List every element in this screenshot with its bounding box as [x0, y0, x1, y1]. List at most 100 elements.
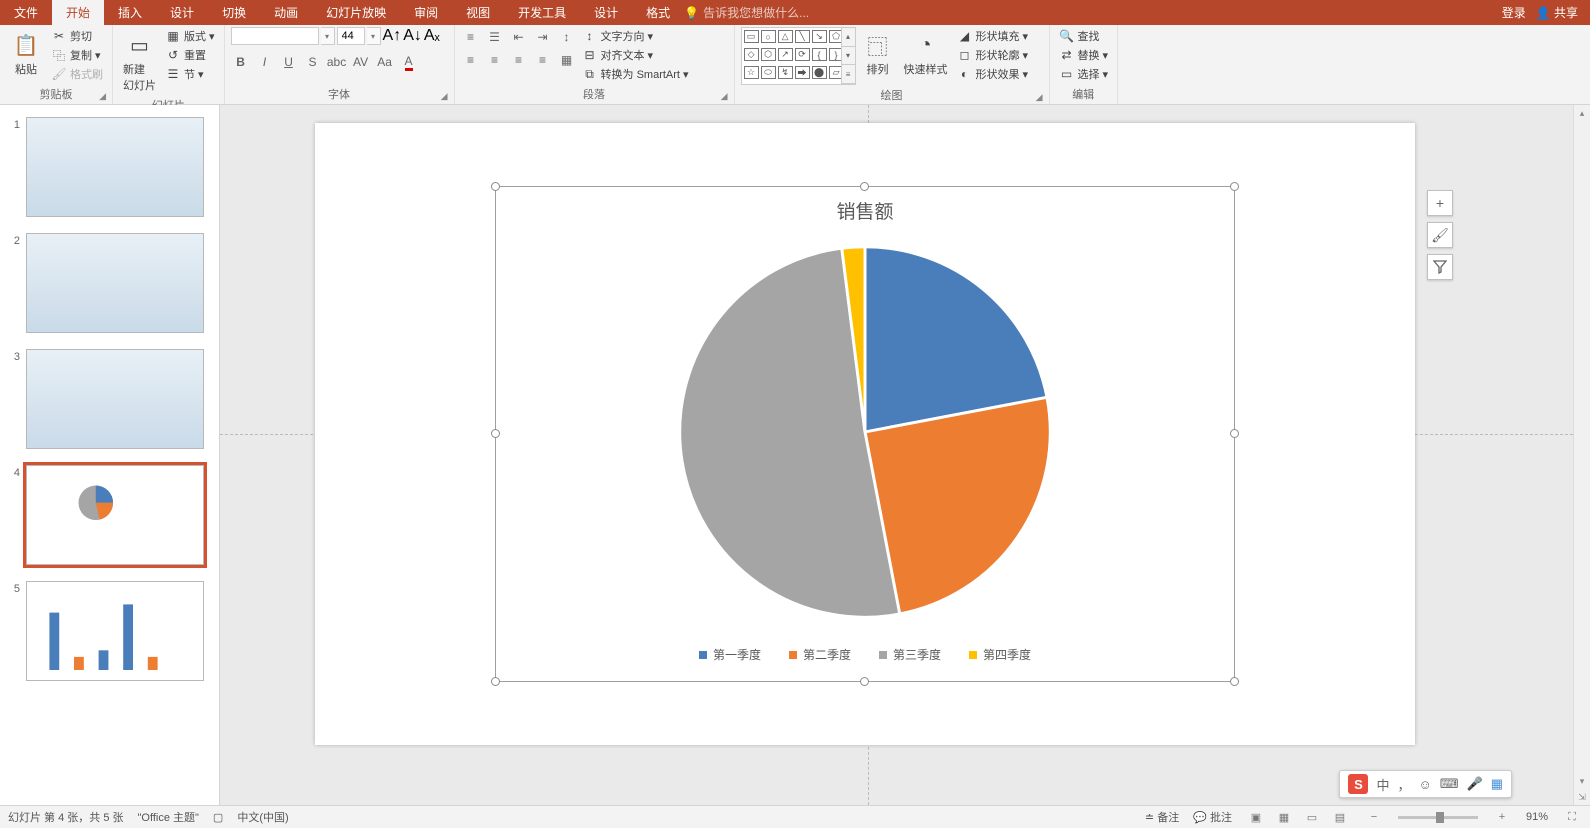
tab-transitions[interactable]: 切换	[208, 0, 260, 25]
language-indicator[interactable]: 中文(中国)	[237, 809, 288, 825]
resize-handle-br[interactable]	[1230, 677, 1239, 686]
resize-handle-tr[interactable]	[1230, 182, 1239, 191]
slide-canvas[interactable]: 销售额 第一季度 第二季度 第三季度 第四季度	[315, 123, 1415, 745]
align-center-button[interactable]: ≡	[485, 50, 505, 70]
share-button[interactable]: 👤 共享	[1536, 4, 1578, 21]
convert-smartart-button[interactable]: ⧉转换为 SmartArt ▾	[579, 65, 692, 83]
comments-button[interactable]: 💬 批注	[1193, 809, 1232, 825]
format-painter-button[interactable]: 🖌格式刷	[48, 65, 106, 83]
slide-thumbnail-panel[interactable]: 1 2 3 4 5	[0, 105, 220, 805]
shape-fill-button[interactable]: ◢形状填充 ▾	[954, 27, 1032, 45]
bullets-button[interactable]: ≡	[461, 27, 481, 47]
font-color-button[interactable]: A	[399, 52, 419, 72]
numbering-button[interactable]: ☰	[485, 27, 505, 47]
italic-button[interactable]: I	[255, 52, 275, 72]
paste-button[interactable]: 📋 粘贴	[6, 27, 46, 79]
vertical-scrollbar[interactable]: ▴ ▾ ⇲	[1573, 105, 1590, 805]
align-text-button[interactable]: ⊟对齐文本 ▾	[579, 46, 692, 64]
pie-chart[interactable]	[670, 237, 1060, 627]
align-right-button[interactable]: ≡	[509, 50, 529, 70]
normal-view-button[interactable]: ▣	[1246, 809, 1266, 825]
new-slide-button[interactable]: ▭ 新建 幻灯片	[119, 27, 160, 95]
font-size-dropdown[interactable]: ▾	[367, 27, 381, 45]
increase-indent-button[interactable]: ⇥	[533, 27, 553, 47]
tab-file[interactable]: 文件	[0, 0, 52, 25]
chart-styles-button[interactable]: 🖌	[1427, 222, 1453, 248]
text-direction-button[interactable]: ↕文字方向 ▾	[579, 27, 692, 45]
slideshow-view-button[interactable]: ▤	[1330, 809, 1350, 825]
resize-handle-bm[interactable]	[860, 677, 869, 686]
resize-handle-ml[interactable]	[491, 429, 500, 438]
replace-button[interactable]: ⇄替换 ▾	[1056, 46, 1112, 64]
resize-handle-mr[interactable]	[1230, 429, 1239, 438]
gallery-more-icon[interactable]: ≡	[842, 65, 855, 84]
font-size-input[interactable]	[337, 27, 365, 45]
resize-handle-tl[interactable]	[491, 182, 500, 191]
slide-thumbnail-3[interactable]	[26, 349, 204, 449]
copy-button[interactable]: ⿻复制 ▾	[48, 46, 106, 64]
tab-home[interactable]: 开始	[52, 0, 104, 25]
shape-effects-button[interactable]: ◐形状效果 ▾	[954, 65, 1032, 83]
slide-thumbnail-5[interactable]	[26, 581, 204, 681]
reset-button[interactable]: ↺重置	[162, 46, 218, 64]
resize-handle-tm[interactable]	[860, 182, 869, 191]
spell-check-icon[interactable]: ▢	[213, 811, 223, 824]
decrease-font-icon[interactable]: A↓	[403, 27, 422, 45]
login-button[interactable]: 登录	[1502, 4, 1526, 21]
gallery-down-icon[interactable]: ▾	[842, 47, 855, 66]
resize-handle-bl[interactable]	[491, 677, 500, 686]
zoom-slider[interactable]	[1398, 816, 1478, 819]
ime-emoji-icon[interactable]: ☺	[1418, 777, 1431, 792]
columns-button[interactable]: ▦	[557, 50, 577, 70]
gallery-up-icon[interactable]: ▴	[842, 28, 855, 47]
paragraph-dialog-launcher[interactable]: ◢	[721, 91, 728, 102]
chart-filter-button[interactable]	[1427, 254, 1453, 280]
cut-button[interactable]: ✂剪切	[48, 27, 106, 45]
chart-add-element-button[interactable]: +	[1427, 190, 1453, 216]
chart-title[interactable]: 销售额	[496, 197, 1234, 224]
zoom-in-button[interactable]: +	[1492, 809, 1512, 825]
zoom-out-button[interactable]: −	[1364, 809, 1384, 825]
shadow-button[interactable]: S	[303, 52, 323, 72]
shape-outline-button[interactable]: ◻形状轮廓 ▾	[954, 46, 1032, 64]
char-spacing-button[interactable]: AV	[351, 52, 371, 72]
scroll-down-icon[interactable]: ▾	[1574, 773, 1590, 789]
slide-thumbnail-1[interactable]	[26, 117, 204, 217]
strikethrough-button[interactable]: abc	[327, 52, 347, 72]
increase-font-icon[interactable]: A↑	[383, 27, 402, 45]
zoom-level[interactable]: 91%	[1526, 811, 1548, 823]
scroll-up-icon[interactable]: ▴	[1574, 105, 1590, 121]
decrease-indent-button[interactable]: ⇤	[509, 27, 529, 47]
fit-window-button[interactable]: ⛶	[1562, 809, 1582, 825]
slide-edit-area[interactable]: 销售额 第一季度 第二季度 第三季度 第四季度 + 🖌	[220, 105, 1573, 805]
clear-format-icon[interactable]: Aₓ	[424, 27, 440, 45]
tab-chart-design[interactable]: 设计	[580, 0, 632, 25]
tab-slideshow[interactable]: 幻灯片放映	[312, 0, 400, 25]
tab-devtools[interactable]: 开发工具	[504, 0, 580, 25]
tab-insert[interactable]: 插入	[104, 0, 156, 25]
tab-view[interactable]: 视图	[452, 0, 504, 25]
tab-format[interactable]: 格式	[632, 0, 684, 25]
find-button[interactable]: 🔍查找	[1056, 27, 1112, 45]
underline-button[interactable]: U	[279, 52, 299, 72]
section-button[interactable]: ☰节 ▾	[162, 65, 218, 83]
ime-grid-icon[interactable]: ▦	[1491, 776, 1503, 792]
font-name-input[interactable]	[231, 27, 319, 45]
chart-legend[interactable]: 第一季度 第二季度 第三季度 第四季度	[496, 646, 1234, 663]
ime-toolbar[interactable]: S 中 ， ☺ ⌨ 🎤 ▦	[1339, 770, 1512, 798]
ime-logo-icon[interactable]: S	[1348, 774, 1368, 794]
tab-animations[interactable]: 动画	[260, 0, 312, 25]
font-name-dropdown[interactable]: ▾	[321, 27, 335, 45]
clipboard-dialog-launcher[interactable]: ◢	[99, 91, 106, 102]
quick-styles-button[interactable]: ◔快速样式	[900, 27, 952, 79]
drawing-dialog-launcher[interactable]: ◢	[1036, 92, 1043, 103]
notes-button[interactable]: ≐ 备注	[1145, 809, 1179, 825]
shape-gallery[interactable]: ▭○△╲↘⬠ ◇⬡↗⟳{} ☆⬭↯⮕⬤▱ ▴▾≡	[741, 27, 856, 85]
align-left-button[interactable]: ≡	[461, 50, 481, 70]
slide-thumbnail-4[interactable]	[26, 465, 204, 565]
line-spacing-button[interactable]: ↕	[557, 27, 577, 47]
tab-review[interactable]: 审阅	[400, 0, 452, 25]
tell-me-input[interactable]: 💡告诉我您想做什么...	[684, 4, 809, 21]
ime-mode[interactable]: 中	[1376, 775, 1389, 794]
sorter-view-button[interactable]: ▦	[1274, 809, 1294, 825]
